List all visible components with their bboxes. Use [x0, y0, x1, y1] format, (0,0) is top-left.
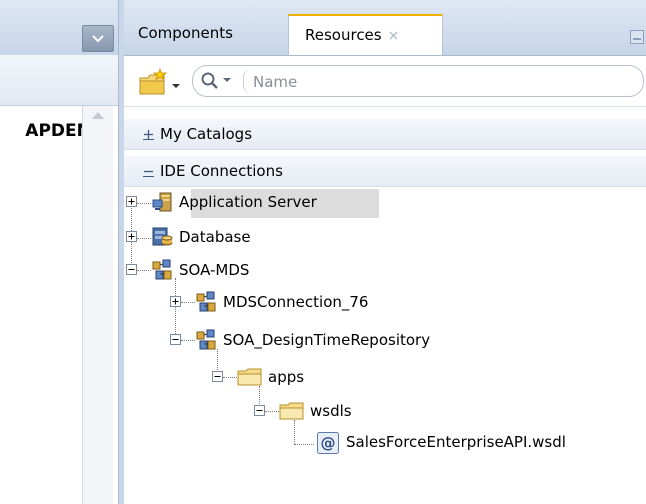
svg-text:@: @ — [321, 434, 336, 452]
tree-connector — [265, 411, 279, 412]
search-box[interactable] — [192, 65, 644, 97]
tab-close-icon[interactable]: × — [388, 28, 400, 44]
tab-components[interactable]: Components — [138, 14, 288, 55]
expand-plus-icon[interactable] — [170, 296, 181, 307]
collapse-minus-icon[interactable] — [126, 264, 137, 275]
tree-connector — [181, 340, 195, 341]
left-panel-header — [0, 0, 118, 56]
search-icon[interactable] — [199, 71, 239, 91]
tab-strip: Components Resources × — [124, 0, 646, 56]
section-my-catalogs[interactable]: My Catalogs — [124, 119, 646, 150]
collapse-minus-icon[interactable] — [143, 166, 154, 177]
tab-resources-label: Resources — [305, 26, 382, 44]
tree-connector — [137, 270, 151, 271]
folder-icon — [237, 368, 262, 386]
expand-plus-icon[interactable] — [126, 231, 137, 242]
expand-plus-icon[interactable] — [143, 129, 154, 140]
tree-node-label: apps — [268, 368, 305, 386]
folder-icon — [279, 402, 304, 420]
section-my-catalogs-label: My Catalogs — [160, 125, 253, 143]
tree-connector — [137, 203, 151, 204]
left-panel-scrollbar[interactable] — [82, 106, 113, 504]
tree-node-label: SOA_DesignTimeRepository — [223, 331, 431, 349]
search-input[interactable] — [251, 70, 635, 94]
tree-connector — [223, 377, 237, 378]
tree-node-label: Database — [179, 228, 251, 246]
collapse-minus-icon[interactable] — [254, 405, 265, 416]
collapse-minus-icon[interactable] — [170, 334, 181, 345]
left-panel: APDEMO — [0, 0, 118, 504]
minimize-icon — [633, 38, 641, 40]
network-icon — [152, 259, 172, 280]
chevron-down-icon — [92, 35, 104, 43]
tab-resources[interactable]: Resources × — [288, 14, 443, 55]
tree-connector — [294, 444, 314, 445]
tab-components-label: Components — [138, 24, 233, 42]
tree-connector — [181, 302, 195, 303]
wsdl-file-icon: @ — [317, 432, 339, 454]
database-icon — [152, 227, 173, 246]
resources-toolbar — [124, 56, 646, 107]
tree-connector — [137, 238, 151, 239]
minimize-button[interactable] — [630, 30, 644, 44]
network-icon — [196, 291, 216, 312]
section-ide-connections[interactable]: IDE Connections — [124, 156, 646, 187]
new-folder-icon — [139, 67, 180, 95]
tree-node-label: Application Server — [179, 193, 317, 211]
left-panel-subheader: APDEMO — [0, 55, 118, 141]
scroll-up-arrow-icon[interactable] — [91, 110, 105, 120]
tree-node-label: SalesForceEnterpriseAPI.wsdl — [346, 433, 566, 451]
tree-connector — [294, 420, 295, 444]
left-panel-dropdown-button[interactable] — [82, 25, 114, 52]
collapse-minus-icon[interactable] — [212, 371, 223, 382]
tree-connector — [175, 278, 176, 342]
expand-plus-icon[interactable] — [126, 196, 137, 207]
section-ide-connections-label: IDE Connections — [160, 162, 283, 180]
tree-node-label: MDSConnection_76 — [223, 293, 369, 311]
network-icon — [196, 329, 216, 350]
tree-node-label: wsdls — [310, 402, 352, 420]
tree-node-label: SOA-MDS — [179, 261, 250, 279]
server-icon — [152, 192, 172, 212]
new-connection-button[interactable] — [138, 67, 182, 98]
